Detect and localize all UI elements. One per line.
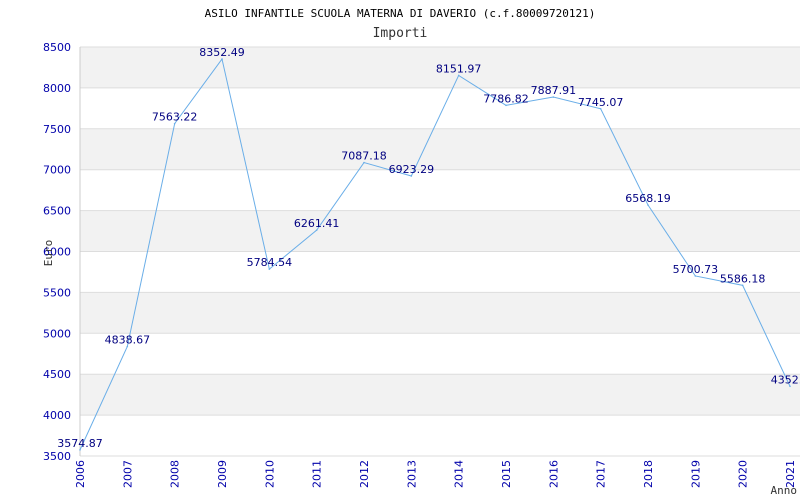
y-axis-label: Euro — [42, 240, 55, 267]
data-label: 6923.29 — [389, 163, 435, 176]
x-axis-label: Anno — [771, 484, 798, 497]
background-band — [80, 210, 800, 252]
data-label: 5784.54 — [247, 256, 293, 269]
background-band — [80, 333, 800, 375]
x-tick-label: 2018 — [642, 460, 655, 488]
background-band — [80, 128, 800, 170]
data-label: 5586.18 — [720, 272, 766, 285]
x-tick-label: 2009 — [216, 460, 229, 488]
y-tick-label: 5500 — [43, 286, 71, 299]
y-tick-label: 4000 — [43, 409, 71, 422]
y-tick-label: 4500 — [43, 368, 71, 381]
y-tick-label: 7500 — [43, 123, 71, 136]
x-tick-label: 2019 — [689, 460, 702, 488]
data-label: 4838.67 — [105, 333, 151, 346]
y-tick-label: 8500 — [43, 41, 71, 54]
background-band — [80, 374, 800, 416]
data-label: 8151.97 — [436, 62, 482, 75]
x-tick-labels: 2006 2007 2008 2009 2010 2011 2012 2013 2014 2015… — [74, 460, 797, 488]
background-band — [80, 415, 800, 456]
x-tick-label: 2012 — [358, 460, 371, 488]
chart-title: ASILO INFANTILE SCUOLA MATERNA DI DAVERI… — [205, 7, 596, 20]
y-tick-label: 8000 — [43, 82, 71, 95]
data-label: 8352.49 — [199, 46, 245, 59]
data-label: 7087.18 — [341, 150, 387, 163]
x-tick-label: 2016 — [547, 460, 560, 488]
chart-subtitle: Importi — [373, 26, 428, 41]
x-tick-label: 2015 — [500, 460, 513, 488]
y-tick-label: 5000 — [43, 327, 71, 340]
x-tick-label: 2008 — [169, 460, 182, 488]
background-band — [80, 292, 800, 334]
data-label: 7745.07 — [578, 96, 624, 109]
data-label: 6261.41 — [294, 217, 340, 230]
data-label: 6568.19 — [625, 192, 671, 205]
x-tick-label: 2013 — [405, 460, 418, 488]
x-tick-label: 2007 — [121, 460, 134, 488]
line-chart: 3500400045005000550060006500700075008000… — [42, 7, 800, 497]
y-tick-label: 6500 — [43, 205, 71, 218]
x-tick-label: 2014 — [453, 460, 466, 488]
y-tick-label: 3500 — [43, 450, 71, 463]
x-tick-label: 2010 — [263, 460, 276, 488]
x-tick-label: 2020 — [737, 460, 750, 488]
x-tick-label: 2006 — [74, 460, 87, 488]
x-tick-label: 2017 — [595, 460, 608, 488]
y-tick-label: 7000 — [43, 164, 71, 177]
data-label: 7786.82 — [483, 92, 529, 105]
data-label: 4352.4 — [771, 373, 800, 386]
x-tick-label: 2011 — [311, 460, 324, 488]
data-label: 7887.91 — [531, 84, 577, 97]
data-label: 5700.73 — [673, 263, 719, 276]
data-label: 3574.87 — [57, 437, 103, 450]
data-label: 7563.22 — [152, 111, 198, 124]
background-band — [80, 169, 800, 211]
